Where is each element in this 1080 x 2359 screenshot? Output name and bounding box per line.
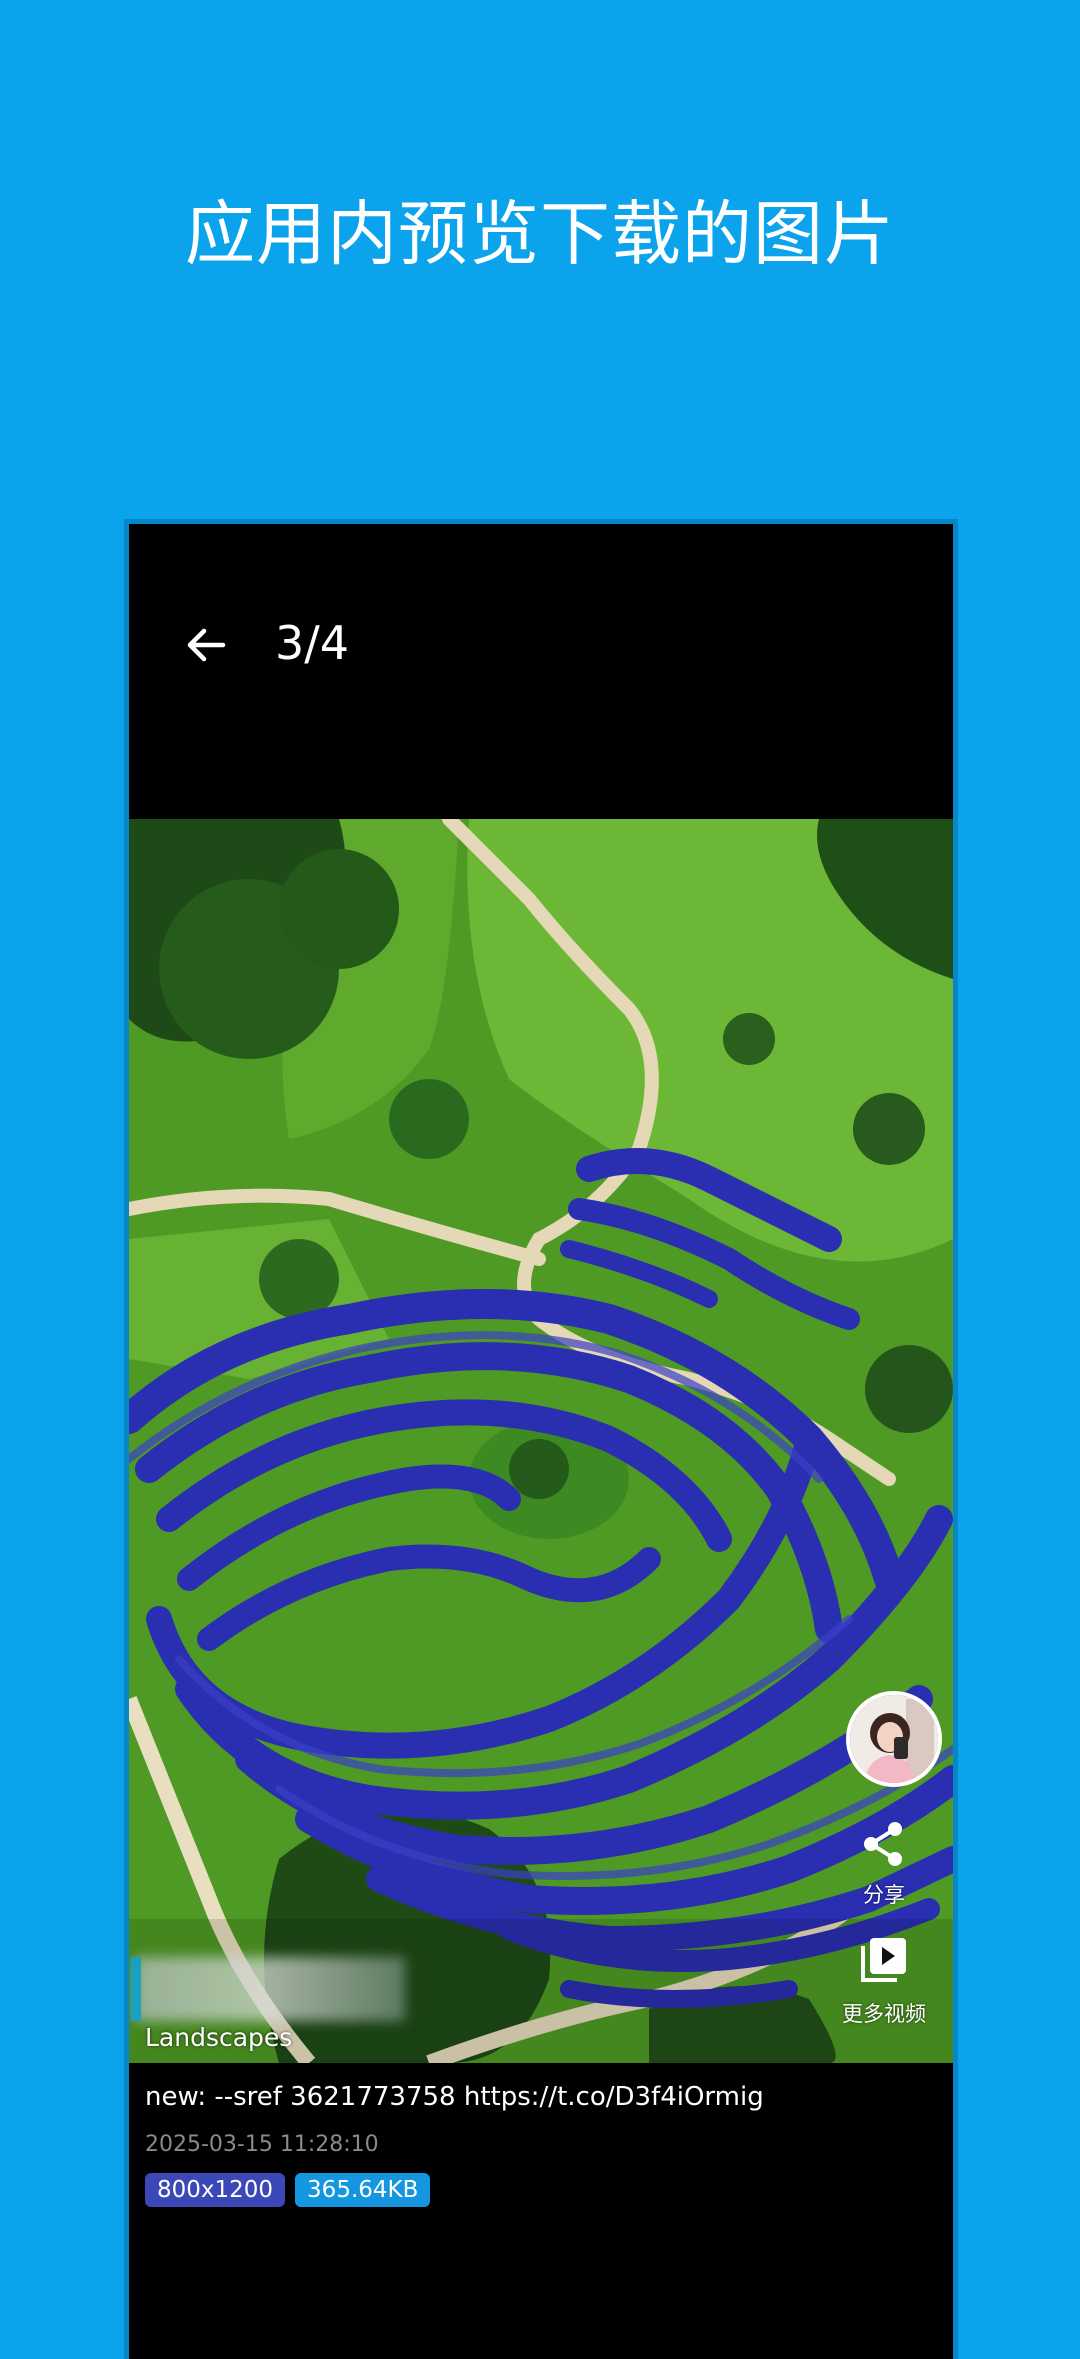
creator-avatar[interactable] [846, 1691, 942, 1787]
image-details: new: --sref 3621773758 https://t.co/D3f4… [145, 2082, 945, 2207]
video-library-icon [861, 1938, 906, 1982]
preview-image[interactable]: 分享 更多视频 Landscapes [129, 819, 953, 2063]
avatar-image [850, 1695, 938, 1783]
blurred-author-tag [135, 1957, 405, 2021]
phone-screen: 3/4 分享 更多视频 Landscapes new: --sref 36217… [124, 519, 958, 2359]
share-button[interactable]: 分享 [829, 1819, 939, 1909]
promo-headline: 应用内预览下载的图片 [185, 193, 895, 275]
share-icon [864, 1822, 902, 1866]
back-button[interactable] [171, 610, 241, 680]
image-prompt[interactable]: new: --sref 3621773758 https://t.co/D3f4… [145, 2082, 945, 2112]
resolution-badge: 800x1200 [145, 2173, 286, 2207]
share-label: 分享 [863, 1883, 905, 1907]
image-counter: 3/4 [275, 616, 350, 670]
file-size-badge: 365.64KB [295, 2173, 431, 2207]
more-videos-label: 更多视频 [842, 2002, 926, 2026]
album-label[interactable]: Landscapes [145, 2023, 292, 2052]
image-date: 2025-03-15 11:28:10 [145, 2132, 379, 2157]
author-tag-marker [131, 1957, 141, 2021]
more-videos-button[interactable]: 更多视频 [829, 1934, 939, 2028]
arrow-left-icon [187, 628, 226, 662]
viewer-top-bar: 3/4 [129, 524, 953, 819]
